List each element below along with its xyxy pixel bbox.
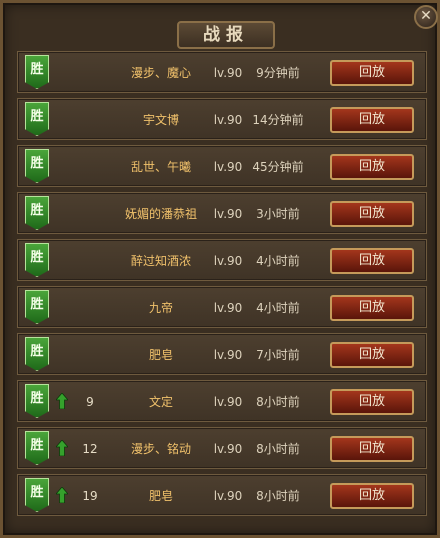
rank-change-value: 9: [86, 395, 94, 409]
victory-badge-icon: 胜: [25, 196, 49, 230]
replay-button[interactable]: 回放: [330, 342, 414, 368]
rank-change-value: [74, 287, 106, 329]
rank-change-value: [74, 240, 106, 282]
battle-time: 8小时前: [256, 489, 300, 503]
battle-record-row: 胜 19 肥皂 lv.90 8小时前 回放: [17, 474, 427, 516]
victory-badge-icon: 胜: [25, 431, 49, 465]
rank-change-value: [74, 334, 106, 376]
victory-badge-icon: 胜: [25, 102, 49, 136]
opponent-level: lv.90: [213, 442, 243, 456]
opponent-name: 九帝: [148, 301, 173, 315]
replay-button[interactable]: 回放: [330, 107, 414, 133]
opponent-level: lv.90: [213, 113, 243, 127]
rank-change-value: 19: [82, 489, 98, 503]
opponent-level: lv.90: [213, 254, 243, 268]
battle-time: 4小时前: [256, 254, 300, 268]
battle-report-panel: 战报 ✕ 胜漫步、魔心 lv.90 9分钟前 回放胜宇文博 lv.90 14分钟前 回放胜乱…: [0, 0, 440, 538]
battle-time: 4小时前: [256, 301, 300, 315]
rank-change-value: 12: [82, 442, 98, 456]
victory-badge-icon: 胜: [25, 337, 49, 371]
victory-badge-icon: 胜: [25, 478, 49, 512]
opponent-name: 漫步、魔心: [130, 66, 191, 80]
opponent-name: 醉过知酒浓: [130, 254, 191, 268]
rank-change-value: [74, 146, 106, 188]
opponent-level: lv.90: [213, 301, 243, 315]
opponent-level: lv.90: [213, 66, 243, 80]
opponent-name: 肥皂: [148, 489, 173, 503]
battle-record-row: 胜 肥皂 lv.90 7小时前 回放: [17, 333, 427, 375]
rank-change-value: [74, 99, 106, 141]
battle-time: 3小时前: [256, 207, 300, 221]
replay-button[interactable]: 回放: [330, 201, 414, 227]
replay-button[interactable]: 回放: [330, 483, 414, 509]
victory-badge-icon: 胜: [25, 243, 49, 277]
replay-button[interactable]: 回放: [330, 154, 414, 180]
replay-button[interactable]: 回放: [330, 436, 414, 462]
rank-change-value: [74, 52, 106, 94]
battle-record-row: 胜 醉过知酒浓 lv.90 4小时前 回放: [17, 239, 427, 281]
opponent-name: 肥皂: [148, 348, 173, 362]
victory-badge-icon: 胜: [25, 384, 49, 418]
replay-button[interactable]: 回放: [330, 295, 414, 321]
battle-record-row: 胜 9 文定 lv.90 8小时前 回放: [17, 380, 427, 422]
rank-up-arrow-icon: [56, 440, 68, 456]
replay-button[interactable]: 回放: [330, 248, 414, 274]
opponent-level: lv.90: [213, 489, 243, 503]
battle-record-row: 胜 12 漫步、铭动 lv.90 8小时前 回放: [17, 427, 427, 469]
battle-record-row: 胜 乱世、午曦 lv.90 45分钟前 回放: [17, 145, 427, 187]
battle-time: 14分钟前: [252, 113, 304, 127]
opponent-level: lv.90: [213, 207, 243, 221]
battle-time: 8小时前: [256, 395, 300, 409]
opponent-level: lv.90: [213, 395, 243, 409]
battle-record-row: 胜 妩媚的潘恭祖 lv.90 3小时前 回放: [17, 192, 427, 234]
battle-time: 9分钟前: [256, 66, 300, 80]
opponent-name: 妩媚的潘恭祖: [124, 207, 197, 221]
victory-badge-icon: 胜: [25, 290, 49, 324]
opponent-level: lv.90: [213, 348, 243, 362]
close-icon[interactable]: ✕: [414, 5, 438, 29]
opponent-name: 乱世、午曦: [130, 160, 191, 174]
battle-time: 7小时前: [256, 348, 300, 362]
replay-button[interactable]: 回放: [330, 389, 414, 415]
opponent-name: 文定: [148, 395, 173, 409]
battle-time: 8小时前: [256, 442, 300, 456]
replay-button[interactable]: 回放: [330, 60, 414, 86]
battle-record-row: 胜 九帝 lv.90 4小时前 回放: [17, 286, 427, 328]
victory-badge-icon: 胜: [25, 55, 49, 89]
victory-badge-icon: 胜: [25, 149, 49, 183]
rank-up-arrow-icon: [56, 487, 68, 503]
panel-title: 战报: [177, 21, 275, 49]
opponent-name: 漫步、铭动: [130, 442, 191, 456]
battle-record-row: 胜 宇文博 lv.90 14分钟前 回放: [17, 98, 427, 140]
opponent-name: 宇文博: [142, 113, 179, 127]
opponent-level: lv.90: [213, 160, 243, 174]
battle-record-row: 胜 漫步、魔心 lv.90 9分钟前 回放: [17, 51, 427, 93]
rank-change-value: [74, 193, 106, 235]
rank-up-arrow-icon: [56, 393, 68, 409]
battle-time: 45分钟前: [252, 160, 304, 174]
